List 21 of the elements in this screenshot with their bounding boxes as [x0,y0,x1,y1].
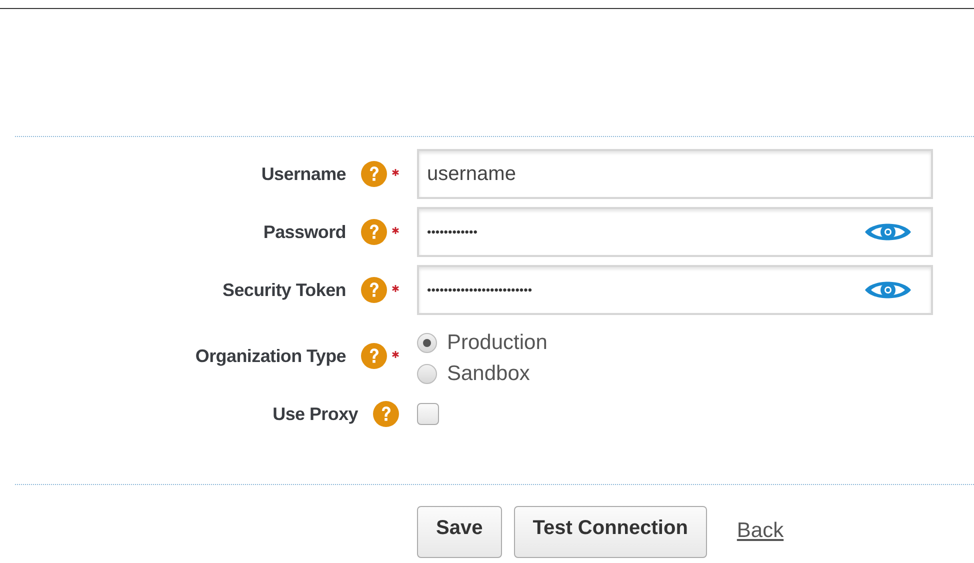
help-icon[interactable] [361,277,387,303]
back-link[interactable]: Back [736,519,784,543]
action-button[interactable]: Test Connection [514,506,707,558]
radio-label: Sandbox [447,362,530,386]
field-label: Organization Type [195,346,346,366]
radio-label: Production [447,330,548,354]
help-icon[interactable] [373,401,399,427]
radio-button[interactable] [417,332,437,352]
input-field[interactable]: username [417,149,933,199]
radio-button[interactable] [417,364,437,384]
help-icon[interactable] [361,161,387,187]
password-field[interactable]: ••••••••••••••••••••••••• [417,265,933,315]
field-label: Security Token [222,280,346,300]
field-label: Username [261,164,346,184]
checkbox[interactable] [417,403,439,425]
help-icon[interactable] [361,219,387,245]
field-label: Password [263,222,346,242]
action-button[interactable]: Save [417,506,502,558]
password-field[interactable]: •••••••••••• [417,207,933,257]
help-icon[interactable] [361,343,387,369]
field-label: Use Proxy [272,404,358,424]
